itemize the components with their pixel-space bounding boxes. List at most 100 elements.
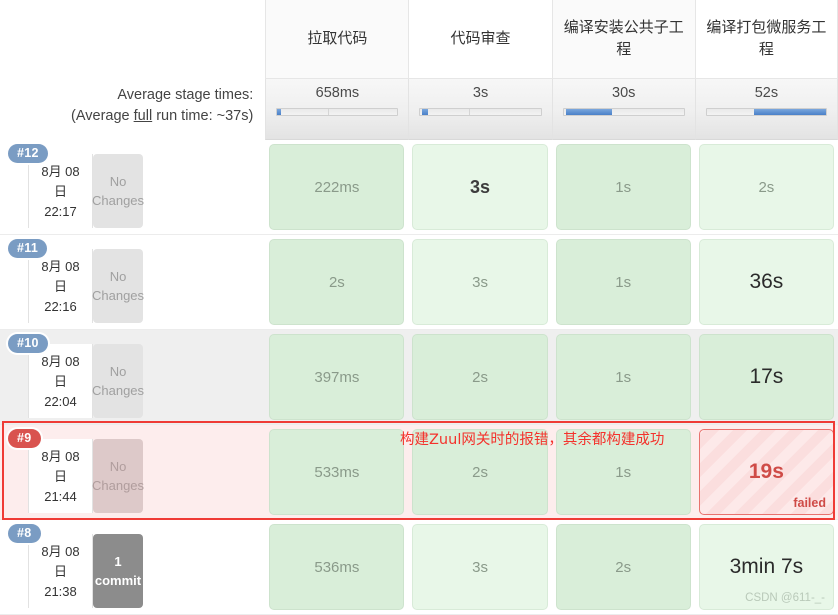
build-row[interactable]: #10 8月 08 日 22:04 No Changes 397ms 2s 1s 17s — [0, 330, 838, 425]
stage-cell[interactable]: 1s — [551, 140, 695, 235]
stage-duration-box[interactable]: 1s — [555, 144, 691, 230]
stage-cell[interactable]: 2s — [408, 330, 552, 425]
stage-duration-box[interactable]: 19s failed — [698, 429, 834, 515]
stage-cell[interactable]: 19s failed — [694, 425, 838, 520]
build-changes-box[interactable]: No Changes — [91, 154, 145, 228]
stage-duration-value: 2s — [472, 463, 488, 481]
build-day: 日 — [53, 184, 67, 199]
stage-duration-box[interactable]: 533ms — [269, 429, 405, 515]
build-date-box: 8月 08 日 21:44 — [28, 439, 93, 513]
build-label-cell[interactable]: #8 8月 08 日 21:38 1 commit — [0, 520, 266, 615]
stage-duration-value: 2s — [472, 368, 488, 386]
stage-cell[interactable]: 3s — [408, 520, 552, 615]
watermark-text: CSDN @611-_- — [745, 592, 825, 604]
build-number-badge[interactable]: #8 — [8, 524, 41, 543]
build-label-cell[interactable]: #10 8月 08 日 22:04 No Changes — [0, 330, 266, 425]
build-number-badge[interactable]: #9 — [8, 429, 41, 448]
stage-header-label: 编译打包微服务工程 — [706, 19, 827, 58]
average-cell-1: 658ms — [265, 79, 409, 140]
average-times-label: Average stage times: (Average full run ti… — [0, 79, 266, 140]
stage-cell[interactable]: 222ms — [265, 140, 409, 235]
stage-cell[interactable]: 2s — [551, 520, 695, 615]
build-changes-box[interactable]: No Changes — [91, 249, 145, 323]
stage-duration-box[interactable]: 2s — [555, 524, 691, 610]
build-label-cell[interactable]: #9 8月 08 日 21:44 No Changes — [0, 425, 266, 520]
stage-header-label: 拉取代码 — [307, 30, 368, 47]
pipeline-stage-view: 拉取代码 代码审查 编译安装公共子工程 编译打包微服务工程 Average stage … — [0, 0, 838, 615]
stage-cell[interactable]: 2s — [694, 140, 838, 235]
stage-duration-bar — [705, 108, 827, 116]
stage-cell[interactable]: 17s — [694, 330, 838, 425]
stage-header-1[interactable]: 拉取代码 — [265, 0, 409, 79]
stage-duration-box[interactable]: 2s — [269, 239, 405, 325]
no-changes-label: No Changes — [91, 269, 145, 303]
build-date: 8月 08 — [41, 544, 80, 559]
avg-full-word: full — [133, 108, 153, 124]
build-date-box: 8月 08 日 21:38 — [28, 534, 93, 608]
stage-duration-value: 3min 7s — [729, 555, 804, 578]
stage-duration-box[interactable]: 2s — [412, 334, 548, 420]
build-date: 8月 08 — [41, 449, 80, 464]
build-label-cell[interactable]: #12 8月 08 日 22:17 No Changes — [0, 140, 266, 235]
build-label-cell[interactable]: #11 8月 08 日 22:16 No Changes — [0, 235, 266, 330]
stage-duration-box[interactable]: 2s — [698, 144, 834, 230]
stage-duration-value: 3s — [470, 176, 491, 197]
stage-cell[interactable]: 1s — [551, 330, 695, 425]
stage-duration-box[interactable]: 222ms — [269, 144, 405, 230]
stage-cell[interactable]: 3min 7s CSDN @611-_- — [694, 520, 838, 615]
pipeline-stage-table: 拉取代码 代码审查 编译安装公共子工程 编译打包微服务工程 Average stage … — [0, 0, 838, 615]
average-stage-times-text: Average stage times: — [117, 87, 254, 103]
stage-duration-value: 17s — [749, 365, 784, 388]
stage-duration-value: 2s — [328, 273, 345, 291]
avg-pre: (Average — [71, 108, 134, 124]
stage-duration-box[interactable]: 3s — [412, 144, 548, 230]
stage-duration-bar — [276, 108, 399, 116]
avg-post: run time: ~37s) — [152, 108, 254, 124]
stage-duration-box[interactable]: 17s — [698, 334, 834, 420]
stage-duration-value: 2s — [615, 558, 632, 576]
stage-cell[interactable]: 2s — [265, 235, 409, 330]
stage-duration-box[interactable]: 1s — [555, 334, 691, 420]
build-row[interactable]: #12 8月 08 日 22:17 No Changes 222ms 3s 1s 2s — [0, 140, 838, 235]
stage-cell[interactable]: 533ms — [265, 425, 409, 520]
stage-duration-box[interactable]: 36s — [698, 239, 834, 325]
stage-header-4[interactable]: 编译打包微服务工程 — [694, 0, 838, 79]
stage-cell[interactable]: 1s — [551, 235, 695, 330]
stage-header-label: 代码审查 — [450, 30, 511, 47]
no-changes-label: No Changes — [91, 364, 145, 398]
average-cell-2: 3s — [408, 79, 552, 140]
stage-duration-box[interactable]: 3s — [412, 239, 548, 325]
average-value: 52s — [754, 85, 779, 101]
stage-duration-value: 1s — [615, 463, 632, 481]
build-number-badge[interactable]: #10 — [8, 334, 48, 353]
stage-duration-value: 533ms — [314, 463, 360, 481]
stage-cell[interactable]: 3s — [408, 140, 552, 235]
stage-cell[interactable]: 536ms — [265, 520, 409, 615]
stage-cell[interactable]: 397ms — [265, 330, 409, 425]
build-time: 22:04 — [44, 394, 77, 409]
stage-header-row: 拉取代码 代码审查 编译安装公共子工程 编译打包微服务工程 — [0, 0, 838, 79]
stage-header-2[interactable]: 代码审查 — [408, 0, 552, 79]
stage-header-3[interactable]: 编译安装公共子工程 — [551, 0, 695, 79]
build-changes-box[interactable]: 1 commit — [93, 534, 143, 608]
build-number-badge[interactable]: #11 — [8, 239, 48, 258]
stage-duration-box[interactable]: 1s — [555, 239, 691, 325]
stage-duration-box[interactable]: 3s — [412, 524, 548, 610]
stage-duration-box[interactable]: 536ms — [269, 524, 405, 610]
average-cell-4: 52s — [694, 79, 838, 140]
stage-duration-box[interactable]: 3min 7s CSDN @611-_- — [698, 524, 834, 610]
build-row[interactable]: #8 8月 08 日 21:38 1 commit 536ms 3s 2s 3min 7s CSDN… — [0, 520, 838, 615]
average-value: 30s — [612, 85, 636, 101]
build-number-badge[interactable]: #12 — [8, 144, 48, 163]
no-changes-label: No Changes — [91, 174, 145, 208]
stage-cell[interactable]: 36s — [694, 235, 838, 330]
build-date-box: 8月 08 日 22:17 — [28, 154, 93, 228]
build-changes-box[interactable]: No Changes — [91, 344, 145, 418]
average-value: 658ms — [315, 85, 360, 101]
build-row[interactable]: #11 8月 08 日 22:16 No Changes 2s 3s 1s 36s — [0, 235, 838, 330]
stage-duration-box[interactable]: 397ms — [269, 334, 405, 420]
build-changes-box[interactable]: No Changes — [92, 439, 144, 513]
commit-word: commit — [94, 573, 142, 588]
stage-cell[interactable]: 3s — [408, 235, 552, 330]
build-day: 日 — [53, 564, 67, 579]
